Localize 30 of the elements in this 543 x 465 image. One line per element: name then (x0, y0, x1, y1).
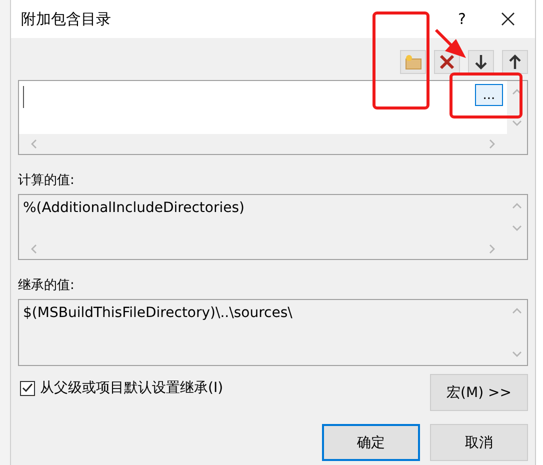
up-arrow-icon (509, 54, 521, 70)
computed-value-label: 计算的值: (18, 172, 76, 189)
window-title: 附加包含目录 (21, 10, 112, 28)
new-folder-button[interactable] (400, 50, 426, 74)
scroll-left-icon[interactable] (29, 243, 39, 255)
inherit-checkbox[interactable] (20, 380, 35, 396)
scroll-left-icon[interactable] (29, 138, 39, 150)
close-icon[interactable] (501, 12, 515, 26)
scroll-down-icon[interactable] (511, 349, 523, 359)
scroll-up-icon[interactable] (511, 201, 523, 211)
folder-icon (404, 54, 422, 70)
scroll-down-icon[interactable] (511, 118, 523, 128)
help-button[interactable]: ? (447, 10, 477, 28)
move-down-button[interactable] (468, 50, 494, 74)
scroll-down-icon[interactable] (511, 223, 523, 233)
ok-button[interactable]: 确定 (322, 424, 420, 461)
annotation-arrow (434, 28, 466, 58)
cross-icon (439, 54, 455, 70)
inherited-value-label: 继承的值: (18, 277, 76, 294)
scroll-right-icon[interactable] (487, 138, 497, 150)
scroll-up-icon[interactable] (511, 306, 523, 316)
scroll-right-icon[interactable] (487, 243, 497, 255)
inherit-checkbox-label: 从父级或项目默认设置继承(I) (40, 379, 224, 397)
directory-list[interactable]: ... (18, 80, 528, 155)
down-arrow-icon (475, 54, 487, 70)
cancel-button[interactable]: 取消 (430, 424, 528, 461)
delete-button[interactable] (434, 50, 460, 74)
move-up-button[interactable] (502, 50, 528, 74)
browse-button[interactable]: ... (475, 84, 503, 106)
macros-button[interactable]: 宏(M) >> (430, 374, 528, 411)
